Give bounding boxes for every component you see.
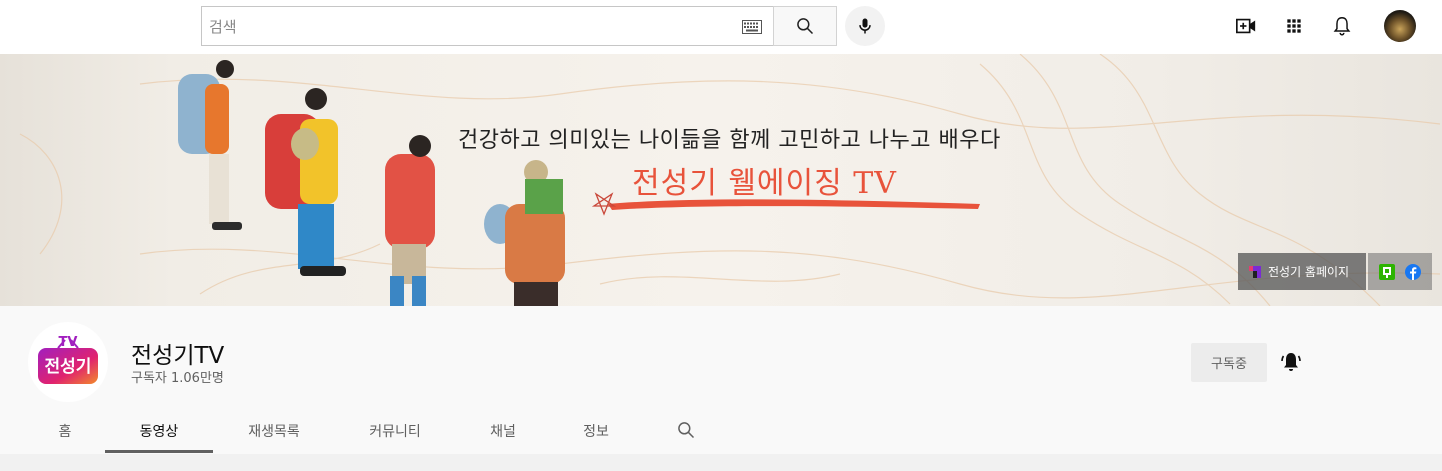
apps-grid-icon — [1287, 19, 1301, 33]
masthead: 검색 — [0, 0, 1442, 54]
channel-logo-tv: TV — [59, 335, 78, 350]
voice-search-button[interactable] — [845, 6, 885, 46]
banner-links: 전성기 홈페이지 — [1238, 253, 1432, 290]
create-video-icon — [1236, 18, 1256, 34]
channel-logo-name: 전성기 — [45, 357, 92, 377]
tab-search[interactable] — [668, 413, 704, 453]
channel-avatar[interactable]: TV 전성기 — [28, 322, 108, 402]
search-icon — [678, 422, 695, 439]
facebook-icon[interactable] — [1405, 263, 1421, 280]
channel-name: 전성기TV — [131, 343, 225, 369]
account-avatar[interactable] — [1384, 10, 1416, 42]
tab-playlists[interactable]: 재생목록 — [225, 413, 323, 453]
notification-preference-button[interactable] — [1278, 349, 1304, 375]
social-links — [1368, 253, 1432, 290]
keyboard-icon[interactable] — [742, 20, 762, 34]
apps-button[interactable] — [1282, 14, 1306, 38]
channel-tabs: 홈 동영상 재생목록 커뮤니티 채널 정보 — [0, 413, 1442, 453]
homepage-link-label: 전성기 홈페이지 — [1268, 265, 1350, 279]
homepage-link[interactable]: 전성기 홈페이지 — [1238, 253, 1366, 290]
create-video-button[interactable] — [1234, 14, 1258, 38]
tab-home[interactable]: 홈 — [38, 413, 92, 453]
subscribe-button[interactable]: 구독중 — [1191, 343, 1267, 382]
tab-channels[interactable]: 채널 — [465, 413, 541, 453]
naver-blog-icon[interactable] — [1379, 263, 1395, 280]
banner-title: 전성기 웰에이징 TV — [632, 166, 897, 201]
banner-tagline: 건강하고 의미있는 나이듦을 함께 고민하고 나누고 배우다 — [458, 128, 1001, 153]
tab-about[interactable]: 정보 — [563, 413, 629, 453]
tab-community[interactable]: 커뮤니티 — [347, 413, 443, 453]
content-area-edge — [0, 454, 1442, 471]
channel-banner: 건강하고 의미있는 나이듦을 함께 고민하고 나누고 배우다 전성기 웰에이징 … — [0, 54, 1442, 306]
subscriber-count: 구독자 1.06만명 — [131, 371, 224, 386]
homepage-logo-icon — [1249, 265, 1261, 278]
search-placeholder: 검색 — [209, 18, 237, 36]
tab-videos[interactable]: 동영상 — [105, 413, 213, 453]
search-button[interactable] — [773, 6, 837, 46]
search-icon — [797, 18, 814, 35]
channel-logo: TV 전성기 — [38, 335, 98, 384]
notifications-button[interactable] — [1330, 14, 1354, 38]
hiker-figures — [178, 60, 565, 306]
bell-ringing-icon — [1281, 353, 1301, 371]
mic-icon — [859, 18, 871, 34]
search-input[interactable]: 검색 — [201, 6, 774, 46]
notifications-bell-icon — [1333, 17, 1351, 36]
